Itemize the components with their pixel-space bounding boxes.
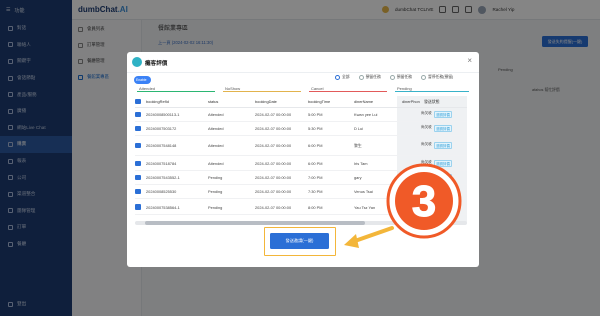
modal-title: 癱客評價 [145,61,168,67]
booking-time-cell: 6:00 PM [308,143,323,148]
row-checkbox[interactable] [135,188,143,195]
diner-name-cell: D Lui [354,126,364,131]
filter-radio[interactable]: 預留任務 [389,75,412,80]
status-legend-item: NoShow [223,86,301,92]
filter-radio[interactable]: 暫停任務(預留) [420,75,454,80]
booking-time-cell: 5:00 PM [308,112,323,117]
radio-circle-icon [335,75,340,80]
row-checkbox[interactable] [135,174,143,181]
booking-time-cell: 5:30 PM [308,126,323,131]
row-checkbox[interactable] [135,204,143,210]
booking-time-cell: 7:00 PM [308,175,323,180]
column-header: dinerPhon [402,99,420,104]
column-header: bookingRefId [146,99,169,104]
radio-circle-icon [420,75,426,80]
booking-time-cell: 6:00 PM [308,161,323,166]
booking-ref-cell: 20240008500113-1 [146,112,180,117]
booking-date-cell: 2024-02-07 00:00:00 [255,204,292,210]
send-state-text: 尚欠收 [421,125,432,129]
radio-circle-icon [358,75,364,80]
booking-ref-cell: 20240007503172 [146,126,177,131]
status-cell: Attended [208,143,224,148]
status-cell: Attended [208,161,224,166]
status-legend-item: Pending [395,86,469,92]
row-checkbox[interactable] [135,142,143,149]
column-header: 發送狀態 [424,98,440,104]
radio-label: 預留任務 [396,75,412,79]
table-row[interactable]: 20240007548148 Attended 2024-02-07 00:00:0… [135,136,467,156]
invite-review-tag[interactable]: 邀請評價 [433,125,453,132]
enable-toggle[interactable]: Enable [134,76,151,84]
table-header: bookingRefId status bookingDate bookingTime… [135,96,467,108]
modal-header: 癱客評價 × [127,52,479,73]
booking-date-cell: 2024-02-07 00:00:00 [255,126,292,131]
radio-label: 預留任務 [365,75,381,79]
diner-name-cell: 黎生 [354,142,362,148]
column-header: bookingDate [255,99,277,104]
status-cell: Pending [208,175,223,180]
row-checkbox[interactable] [135,125,143,132]
booking-ref-cell: 20240007538564-1 [146,204,180,210]
status-cell: Attended [208,126,224,131]
booking-ref-cell: 20240008525530 [146,189,177,194]
filter-radio[interactable]: 預留任務 [358,75,381,80]
booking-date-cell: 2024-02-07 00:00:00 [255,175,292,180]
send-state-text: 尚欠收 [421,111,432,115]
status-legend-item: Cancel [309,86,387,92]
radio-circle-icon [389,75,395,80]
booking-ref-cell: 20240007518784 [146,161,177,166]
radio-label: 暫停任務(預留) [427,75,454,79]
table-row[interactable]: 20240008500113-1 Attended 2024-02-07 00:00… [135,108,467,122]
status-legend: Attended NoShow Cancel Pending [137,86,469,94]
booking-ref-cell: 20240007543552-1 [146,175,180,180]
status-cell: Pending [208,204,223,210]
row-checkbox[interactable] [135,160,143,167]
toggle-label: Enable [136,77,147,82]
step-number-text: 3 [412,177,436,226]
highlight-frame: 發送邀請(一鍵) [264,227,336,256]
scrollbar-thumb[interactable] [145,221,365,225]
chat-logo-icon [132,57,142,67]
column-header: status [208,99,219,104]
diner-name-cell: Kwan yee Lui [354,112,378,117]
booking-time-cell: 8:00 PM [308,204,323,210]
filter-radio[interactable]: 全部 [335,75,350,80]
status-legend-item: Attended [137,86,215,92]
select-all-checkbox[interactable] [135,98,143,105]
booking-date-cell: 2024-02-07 00:00:00 [255,161,292,166]
invite-review-tag[interactable]: 邀請評價 [433,111,453,118]
row-checkbox[interactable] [135,111,143,118]
close-icon[interactable]: × [467,56,472,65]
booking-date-cell: 2024-02-07 00:00:00 [255,189,292,194]
booking-ref-cell: 20240007548148 [146,143,177,148]
send-invite-button[interactable]: 發送邀請(一鍵) [270,233,329,249]
booking-date-cell: 2024-02-07 00:00:00 [255,112,292,117]
status-cell: Attended [208,112,224,117]
booking-date-cell: 2024-02-07 00:00:00 [255,143,292,148]
column-header: bookingTime [308,99,331,104]
booking-time-cell: 7:30 PM [308,189,323,194]
table-row[interactable]: 20240007503172 Attended 2024-02-07 00:00:0… [135,122,467,136]
radio-label: 全部 [342,75,350,79]
pointer-arrow-icon [344,226,394,248]
step-number-badge: 3 [386,163,462,239]
invite-review-tag[interactable]: 邀請評價 [433,142,453,149]
filter-radio-group: 全部 預留任務 預留任務 暫停任務(預留) [335,75,453,80]
send-state-text: 尚欠收 [421,142,432,146]
column-header: dinerName [354,99,374,104]
status-cell: Pending [208,189,223,194]
